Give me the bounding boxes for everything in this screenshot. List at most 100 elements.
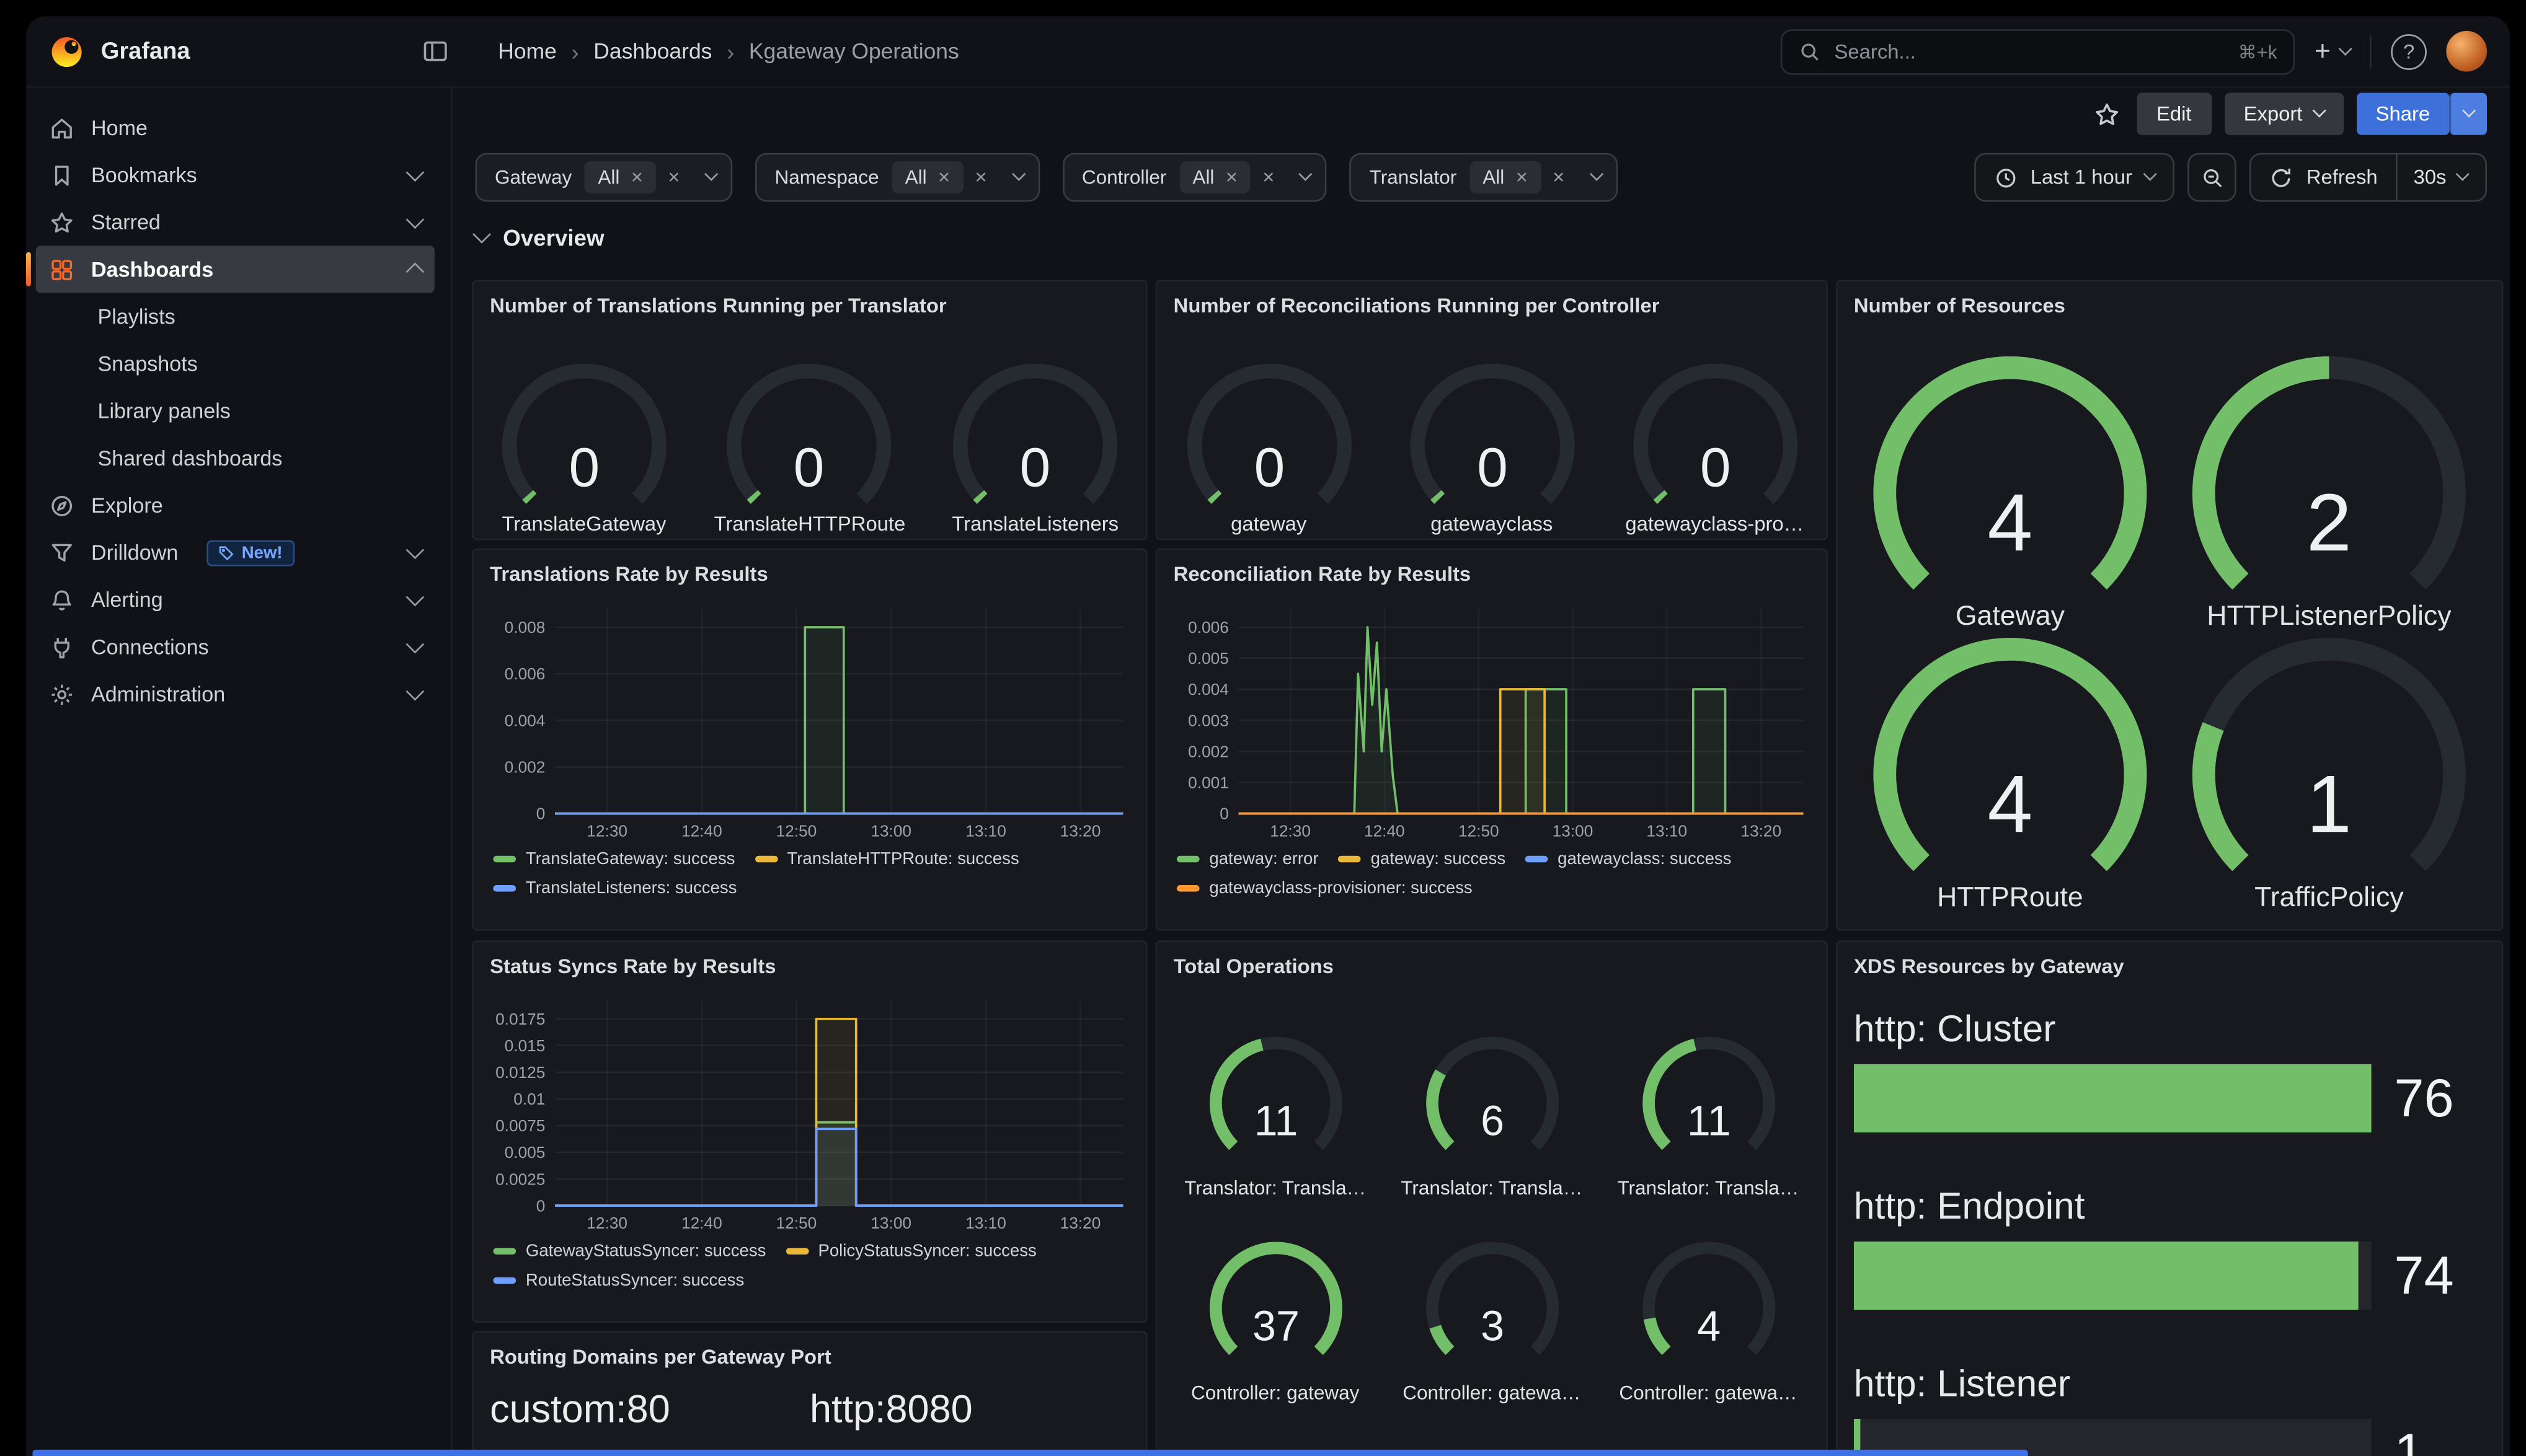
timeseries-chart[interactable]: 00.00250.0050.00750.010.01250.0150.01751…: [480, 987, 1139, 1235]
svg-text:0: 0: [1220, 805, 1229, 823]
filter-dropdown-icon[interactable]: [999, 176, 1038, 179]
legend-item[interactable]: gatewayclass: success: [1525, 849, 1732, 869]
svg-text:0.0075: 0.0075: [495, 1116, 545, 1135]
legend-item[interactable]: RouteStatusSyncer: success: [493, 1271, 744, 1291]
gauge-label: Controller: gatewa…: [1619, 1382, 1797, 1405]
sidebar-item-administration[interactable]: Administration: [36, 671, 435, 718]
svg-text:0.015: 0.015: [505, 1036, 546, 1055]
sidebar-item-shared-dashboards[interactable]: Shared dashboards: [36, 435, 435, 482]
export-button[interactable]: Export: [2224, 93, 2343, 135]
panel-title[interactable]: Status Syncs Rate by Results: [474, 942, 1146, 978]
filter-value-chip[interactable]: All×: [1469, 161, 1541, 194]
main-area: Edit Export Share Gateway All× × Namespa…: [453, 88, 2510, 1456]
gauge-translator-3: 11 Translator: Transla…: [1672, 1033, 1744, 1199]
zoom-out-button[interactable]: [2187, 153, 2236, 202]
sidebar-item-connections[interactable]: Connections: [36, 623, 435, 670]
breadcrumb-home[interactable]: Home: [498, 39, 557, 63]
legend-item[interactable]: TranslateHTTPRoute: success: [755, 849, 1019, 869]
filter-gateway[interactable]: Gateway All× ×: [476, 153, 733, 202]
share-menu-button[interactable]: [2450, 93, 2487, 135]
favorite-star-icon[interactable]: [2089, 97, 2124, 131]
sidebar-item-snapshots[interactable]: Snapshots: [36, 340, 435, 387]
remove-value-icon[interactable]: ×: [938, 166, 950, 189]
remove-value-icon[interactable]: ×: [1226, 166, 1238, 189]
svg-text:13:20: 13:20: [1060, 821, 1101, 840]
sidebar-item-dashboards[interactable]: Dashboards: [36, 245, 435, 293]
filter-dropdown-icon[interactable]: [692, 176, 731, 179]
legend-item[interactable]: gateway: error: [1177, 849, 1319, 869]
filter-value-chip[interactable]: All×: [1179, 161, 1251, 194]
gauge-value: 1: [2307, 758, 2352, 849]
sidebar-item-home[interactable]: Home: [36, 104, 435, 151]
help-icon[interactable]: ?: [2391, 33, 2427, 69]
time-range-picker[interactable]: Last 1 hour: [1974, 153, 2174, 202]
search-input[interactable]: Search... ⌘+k: [1781, 29, 2295, 74]
panel-number-of-resources: Number of Resources 4 Gateway 2 HTTPList…: [1836, 280, 2503, 931]
filter-translator[interactable]: Translator All× ×: [1350, 153, 1617, 202]
clear-filter-icon[interactable]: ×: [656, 166, 692, 189]
nav-left: Grafana: [49, 33, 453, 69]
panel-title[interactable]: Routing Domains per Gateway Port: [474, 1333, 1146, 1369]
clear-filter-icon[interactable]: ×: [963, 166, 999, 189]
panel-title[interactable]: Number of Reconciliations Running per Co…: [1157, 281, 1826, 317]
filter-dropdown-icon[interactable]: [1577, 176, 1616, 179]
remove-value-icon[interactable]: ×: [1516, 166, 1528, 189]
svg-text:0.003: 0.003: [1188, 711, 1229, 730]
filter-dropdown-icon[interactable]: [1287, 176, 1326, 179]
refresh-interval-dropdown[interactable]: 30s: [2396, 154, 2468, 200]
remove-value-icon[interactable]: ×: [631, 166, 643, 189]
clear-filter-icon[interactable]: ×: [1541, 166, 1577, 189]
filter-value-chip[interactable]: All×: [585, 161, 656, 194]
legend-item[interactable]: TranslateListeners: success: [493, 879, 737, 899]
legend-item[interactable]: PolicyStatusSyncer: success: [786, 1242, 1037, 1261]
breadcrumb-dashboards[interactable]: Dashboards: [593, 39, 712, 63]
edit-button[interactable]: Edit: [2137, 93, 2212, 135]
bottom-accent-bar: [33, 1450, 2028, 1456]
timeseries-chart[interactable]: 00.0010.0020.0030.0040.0050.00612:3012:4…: [1164, 596, 1820, 843]
sidebar-item-drilldown[interactable]: Drilldown New!: [36, 529, 435, 576]
panel-title[interactable]: Total Operations: [1157, 942, 1826, 978]
panel-title[interactable]: Number of Translations Running per Trans…: [474, 281, 1146, 317]
svg-text:0.004: 0.004: [1188, 680, 1229, 699]
add-new-button[interactable]: +: [2315, 35, 2351, 68]
gauge-value: 0: [1253, 436, 1284, 498]
sidebar-item-starred[interactable]: Starred: [36, 198, 435, 245]
legend-item[interactable]: GatewayStatusSyncer: success: [493, 1242, 766, 1261]
grafana-logo[interactable]: [49, 33, 85, 69]
gauge-label: TranslateListeners: [952, 513, 1119, 536]
sidebar-toggle-button[interactable]: [419, 34, 453, 68]
panel-xds-resources: XDS Resources by Gateway http: Cluster 7…: [1836, 940, 2503, 1456]
refresh-button[interactable]: Refresh 30s: [2249, 153, 2487, 202]
svg-text:13:20: 13:20: [1740, 821, 1781, 840]
bar-row: http: Listener 1: [1854, 1362, 2486, 1456]
bar-fill: [1854, 1064, 2372, 1132]
filter-value-chip[interactable]: All×: [892, 161, 964, 194]
sidebar-item-library-panels[interactable]: Library panels: [36, 387, 435, 435]
sidebar-item-playlists[interactable]: Playlists: [36, 293, 435, 340]
filter-namespace[interactable]: Namespace All× ×: [755, 153, 1040, 202]
legend-item[interactable]: gatewayclass-provisioner: success: [1177, 879, 1473, 899]
clear-filter-icon[interactable]: ×: [1251, 166, 1287, 189]
sidebar-item-explore[interactable]: Explore: [36, 482, 435, 529]
share-button[interactable]: Share: [2356, 93, 2450, 135]
legend-item[interactable]: TranslateGateway: success: [493, 849, 735, 869]
legend-item[interactable]: gateway: success: [1338, 849, 1505, 869]
bell-icon: [49, 586, 75, 612]
sidebar-item-alerting[interactable]: Alerting: [36, 576, 435, 623]
panel-routing-domains: Routing Domains per Gateway Port custom:…: [472, 1331, 1147, 1456]
gauge-value: 2: [2307, 477, 2352, 568]
section-overview-toggle[interactable]: Overview: [453, 224, 2510, 250]
bookmark-icon: [49, 162, 75, 188]
timeseries-chart[interactable]: 00.0020.0040.0060.00812:3012:4012:5013:0…: [480, 596, 1139, 843]
filter-controller[interactable]: Controller All× ×: [1062, 153, 1327, 202]
stat-custom-80: custom:80: [490, 1388, 810, 1434]
panel-title[interactable]: Reconciliation Rate by Results: [1157, 550, 1826, 586]
panel-title[interactable]: Number of Resources: [1838, 281, 2502, 317]
gauge-gateway: 0 gateway: [1177, 363, 1360, 535]
avatar[interactable]: [2446, 31, 2487, 72]
sidebar-item-bookmarks[interactable]: Bookmarks: [36, 151, 435, 198]
gauge-value: 0: [1700, 436, 1731, 498]
panel-title[interactable]: Translations Rate by Results: [474, 550, 1146, 586]
panel-title[interactable]: XDS Resources by Gateway: [1838, 942, 2502, 978]
panel-translations-rate: Translations Rate by Results 00.0020.004…: [472, 549, 1147, 931]
